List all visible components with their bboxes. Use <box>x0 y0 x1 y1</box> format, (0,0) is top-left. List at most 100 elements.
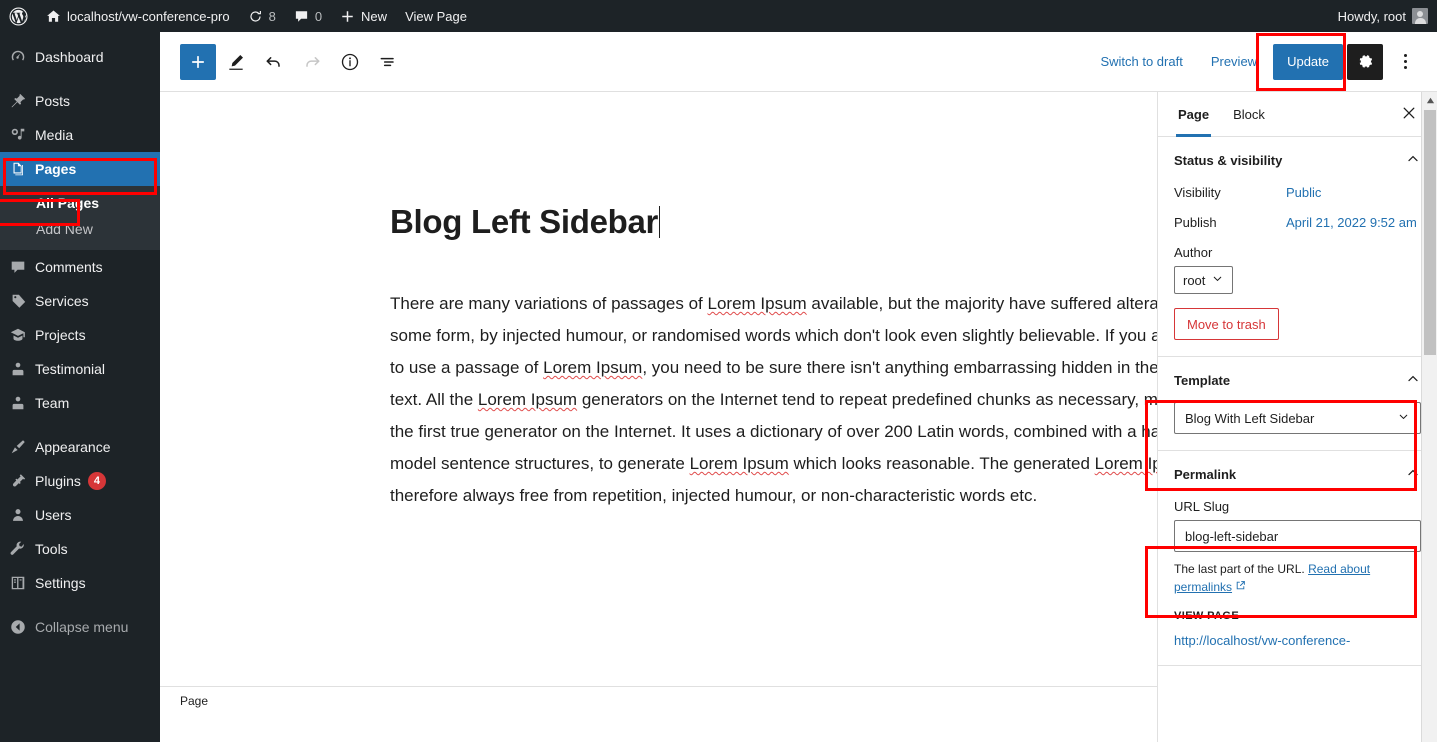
sidebar-label: Dashboard <box>35 49 104 65</box>
sidebar-item-tools[interactable]: Tools <box>0 532 160 566</box>
user-badge-icon <box>9 393 35 413</box>
author-select[interactable]: root <box>1174 266 1234 294</box>
paragraph-text: There are many variations of passages of… <box>390 294 1232 505</box>
sidebar-label: Team <box>35 395 70 411</box>
chevron-down-icon <box>1211 272 1224 288</box>
sidebar-item-posts[interactable]: Posts <box>0 84 160 118</box>
submenu-item-all-pages[interactable]: All Pages <box>0 190 160 216</box>
tag-icon <box>9 291 35 311</box>
comment-icon <box>9 257 35 277</box>
sidebar-item-team[interactable]: Team <box>0 386 160 420</box>
wordpress-logo-button[interactable] <box>0 0 37 32</box>
view-page-label: View Page <box>405 8 467 24</box>
wrench-icon <box>9 539 35 559</box>
sidebar-label: Media <box>35 127 74 143</box>
editor-header: Switch to draft Preview Update <box>160 32 1437 92</box>
sidebar-item-users[interactable]: Users <box>0 498 160 532</box>
plugins-update-badge: 4 <box>87 472 106 490</box>
collapse-menu-button[interactable]: Collapse menu <box>0 610 160 644</box>
list-view-button[interactable] <box>370 44 406 80</box>
pages-submenu: All Pages Add New <box>0 186 160 250</box>
submenu-item-add-new[interactable]: Add New <box>0 216 160 242</box>
home-icon <box>46 9 61 24</box>
permalink-header[interactable]: Permalink <box>1174 465 1421 484</box>
scrollbar-thumb[interactable] <box>1424 110 1436 355</box>
publish-label: Publish <box>1174 215 1217 230</box>
spellcheck-word: Lorem Ipsum <box>477 390 578 409</box>
visibility-value-button[interactable]: Public <box>1286 185 1321 200</box>
editor-toolbar-left <box>160 43 406 80</box>
sidebar-item-testimonial[interactable]: Testimonial <box>0 352 160 386</box>
template-select[interactable]: Blog With Left Sidebar <box>1174 402 1421 434</box>
view-page-url-link[interactable]: http://localhost/vw-conference- <box>1174 632 1421 649</box>
sidebar-label: Services <box>35 293 89 309</box>
site-name-link[interactable]: localhost/vw-conference-pro <box>37 0 239 32</box>
sidebar-item-projects[interactable]: Projects <box>0 318 160 352</box>
breadcrumb[interactable]: Page <box>180 694 208 708</box>
editor-breadcrumb-bar: Page <box>160 686 1297 714</box>
dashboard-icon <box>9 47 35 67</box>
view-page-link[interactable]: View Page <box>396 0 476 32</box>
spellcheck-word: Lorem Ipsum <box>689 454 789 473</box>
more-options-button[interactable] <box>1387 44 1423 80</box>
sidebar-item-appearance[interactable]: Appearance <box>0 430 160 464</box>
update-button[interactable]: Update <box>1273 43 1343 80</box>
page-title-field[interactable]: Blog Left Sidebar <box>390 202 1250 242</box>
section-title: Template <box>1174 373 1231 388</box>
settings-tabs: Page Block <box>1158 92 1437 137</box>
sidebar-item-media[interactable]: Media <box>0 118 160 152</box>
spellcheck-word: Lorem Ipsum <box>543 358 643 377</box>
sidebar-label: Settings <box>35 575 86 591</box>
sidebar-item-plugins[interactable]: Plugins 4 <box>0 464 160 498</box>
sidebar-label: Tools <box>35 541 68 557</box>
pencil-icon <box>226 52 246 72</box>
tab-page[interactable]: Page <box>1166 92 1221 137</box>
edit-tool-button[interactable] <box>218 44 254 80</box>
scroll-up-icon[interactable] <box>1422 92 1437 108</box>
add-block-button[interactable] <box>180 43 216 80</box>
sidebar-item-pages[interactable]: Pages <box>0 152 168 186</box>
url-slug-label: URL Slug <box>1174 499 1230 514</box>
comment-icon <box>294 9 309 24</box>
move-to-trash-button[interactable]: Move to trash <box>1174 308 1279 340</box>
preview-button[interactable]: Preview <box>1199 44 1269 80</box>
submenu-label: All Pages <box>36 195 100 211</box>
sidebar-item-services[interactable]: Services <box>0 284 160 318</box>
status-visibility-header[interactable]: Status & visibility <box>1174 151 1421 170</box>
kebab-menu-icon <box>1403 54 1407 69</box>
editor-canvas[interactable]: Blog Left Sidebar There are many variati… <box>160 92 1297 714</box>
section-title: Status & visibility <box>1174 153 1283 168</box>
new-label: New <box>361 8 388 24</box>
new-content-button[interactable]: New <box>331 0 396 32</box>
switch-to-draft-button[interactable]: Switch to draft <box>1088 44 1194 80</box>
sidebar-label: Projects <box>35 327 86 343</box>
settings-panel-scrollbar[interactable] <box>1421 92 1437 742</box>
publish-date-button[interactable]: April 21, 2022 9:52 am <box>1286 215 1417 230</box>
account-menu[interactable]: Howdy, root <box>1329 0 1437 32</box>
template-header[interactable]: Template <box>1174 371 1421 390</box>
comments-button[interactable]: 0 <box>285 0 331 32</box>
page-title-text: Blog Left Sidebar <box>390 203 659 240</box>
undo-button[interactable] <box>256 44 292 80</box>
sidebar-item-settings[interactable]: Settings <box>0 566 160 600</box>
settings-sidebar: Page Block Status & visibility Visibilit… <box>1157 92 1437 742</box>
sidebar-label: Testimonial <box>35 361 106 377</box>
tab-block[interactable]: Block <box>1221 92 1277 137</box>
paragraph-block[interactable]: There are many variations of passages of… <box>390 288 1235 512</box>
admin-sidebar-menu: Dashboard Posts Media Pages All Pages Ad… <box>0 32 168 742</box>
url-slug-input[interactable]: blog-left-sidebar <box>1174 520 1421 552</box>
author-label: Author <box>1174 245 1213 260</box>
sidebar-item-dashboard[interactable]: Dashboard <box>0 40 160 74</box>
editor-toolbar-right: Switch to draft Preview Update <box>1088 43 1437 80</box>
updates-button[interactable]: 8 <box>239 0 285 32</box>
user-badge-icon <box>9 359 35 379</box>
sidebar-label: Comments <box>35 259 103 275</box>
document-info-button[interactable] <box>332 44 368 80</box>
plus-icon <box>188 52 208 72</box>
pin-icon <box>9 91 35 111</box>
settings-toggle-button[interactable] <box>1347 43 1383 80</box>
redo-button[interactable] <box>294 44 330 80</box>
permalink-helper-text: The last part of the URL. Read about per… <box>1174 560 1421 596</box>
settings-icon <box>9 573 35 593</box>
sidebar-item-comments[interactable]: Comments <box>0 250 160 284</box>
